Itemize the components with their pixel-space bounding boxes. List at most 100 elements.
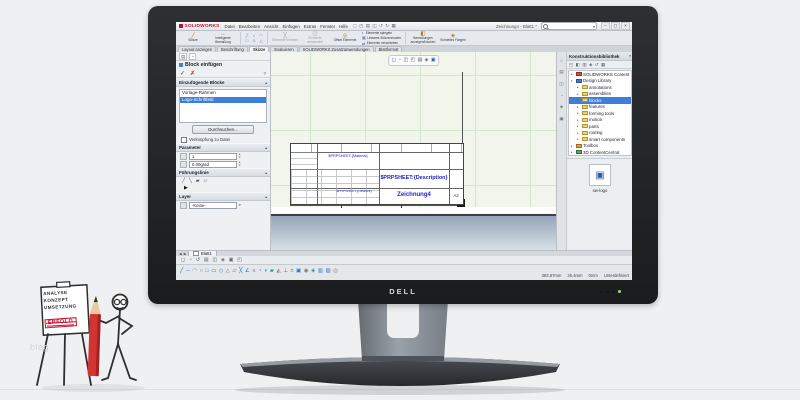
description-annotation[interactable]: $PRPSHEET:{Description} (380, 170, 448, 187)
view-toolbar-icon[interactable]: ◈ (221, 258, 225, 263)
expander-icon[interactable]: ▸ (577, 137, 580, 141)
sketch-tool-icon[interactable]: ∠ (245, 268, 250, 274)
view-tool-icon[interactable]: ◰ (411, 58, 416, 63)
leader-arrow-icon[interactable]: ▶ (176, 185, 270, 192)
menu-item[interactable]: Fenster (320, 24, 335, 29)
ribbon-button[interactable]: ◧ Bemaßungen anzeigen/löschen (409, 31, 437, 44)
view-tool-icon[interactable]: ◈ (425, 58, 429, 63)
library-tool-icon[interactable]: ◈ (589, 62, 592, 68)
view-tool-icon[interactable]: ▣ (431, 58, 436, 63)
quick-tool-icon[interactable]: ▤ (366, 23, 370, 29)
task-pane-tab-icon[interactable]: ▣ (559, 116, 563, 122)
material-annotation[interactable]: $PRPSHEET:{Material} (318, 154, 378, 168)
bezel-button[interactable] (600, 290, 603, 293)
view-tool-icon[interactable]: ▤ (418, 58, 423, 63)
leader-style-icon[interactable]: ╱ (182, 179, 185, 184)
sketch-tool-icon[interactable]: ◉ (304, 268, 309, 274)
expander-icon[interactable]: ▸ (577, 98, 580, 102)
block-thumbnail[interactable]: ▣ (589, 164, 611, 186)
library-tool-icon[interactable]: ▦ (601, 62, 605, 68)
sketch-entity-icon[interactable]: ○ (251, 33, 257, 38)
sketch-tool-icon[interactable]: △ (226, 268, 230, 274)
view-tool-icon[interactable]: ◻ (392, 58, 396, 63)
expander-icon[interactable]: ▸ (571, 144, 574, 148)
library-tool-icon[interactable]: ◧ (576, 62, 580, 68)
sketch-tool-icon[interactable]: ◑ (264, 268, 267, 274)
sketch-tool-icon[interactable]: ◠ (192, 268, 197, 274)
view-toolbar-icon[interactable]: ◔ (189, 258, 192, 263)
angle-input[interactable]: 0.00grad (189, 160, 237, 168)
drawing-name-annotation[interactable]: Zeichnung4 (380, 189, 448, 203)
menu-item[interactable]: Einfügen (282, 24, 299, 29)
ribbon-button[interactable]: ╳ Elemente trimmen (271, 32, 299, 44)
help-icon[interactable]: ? (263, 71, 266, 76)
sketch-tool-icon[interactable]: ▭ (211, 268, 216, 274)
sketch-entity-icon[interactable]: □ (244, 38, 250, 43)
expander-icon[interactable]: ▸ (577, 111, 580, 115)
window-control-button[interactable]: ◻ (611, 22, 620, 30)
sketch-tool-icon[interactable]: ⊥ (283, 268, 288, 274)
sketch-tool-icon[interactable]: ─ (186, 268, 190, 274)
quick-tool-icon[interactable]: ◫ (372, 23, 376, 29)
view-tool-icon[interactable]: ◫ (404, 58, 409, 63)
bezel-button[interactable] (612, 290, 615, 293)
expander-icon[interactable]: ▾ (571, 79, 574, 83)
sketch-tool-icon[interactable]: ◎ (333, 268, 338, 274)
quick-tool-icon[interactable]: ◰ (359, 23, 363, 29)
ribbon-button[interactable]: ↔ Intelligente Bemaßung (209, 31, 237, 44)
block-list-item[interactable]: Logo-Schriftfeld (180, 96, 266, 103)
sketch-tool-icon[interactable]: ▱ (232, 268, 236, 274)
library-tool-icon[interactable]: ▥ (582, 62, 586, 68)
browse-button[interactable]: Durchsuchen... (192, 125, 254, 134)
sketch-tool-icon[interactable]: ≡ (252, 268, 255, 274)
sketch-tool-icon[interactable]: ± (290, 268, 293, 274)
view-toolbar-icon[interactable]: ▣ (229, 258, 234, 263)
quick-tool-icon[interactable]: ↺ (379, 23, 383, 29)
view-tool-icon[interactable]: ◔ (398, 58, 401, 63)
expander-icon[interactable]: ▸ (577, 85, 580, 89)
scale-input[interactable]: 1 (189, 152, 237, 160)
section-leader-header[interactable]: Führungslinie ▴ (176, 168, 270, 177)
leader-style-icon[interactable]: ▱ (203, 179, 207, 184)
quick-tool-icon[interactable]: ↻ (385, 23, 389, 29)
ok-icon[interactable]: ✓ (180, 70, 185, 77)
expander-icon[interactable]: ▸ (577, 92, 580, 96)
library-tool-icon[interactable]: ◰ (569, 62, 573, 68)
collapse-icon[interactable]: ▴ (265, 171, 267, 175)
menu-item[interactable]: Hilfe (339, 24, 348, 29)
cancel-icon[interactable]: ✗ (190, 70, 195, 77)
view-toolbar-icon[interactable]: ◻ (181, 258, 185, 263)
section-blocks-header[interactable]: Einzufügende Blöcke ▴ (176, 78, 270, 87)
task-pane-tab-icon[interactable]: ⌂ (560, 58, 563, 63)
checkbox-icon[interactable] (181, 136, 187, 143)
propertymanager-tab-icon[interactable]: ◔ (189, 52, 196, 60)
spinner[interactable]: ▴ ▾ (239, 161, 240, 166)
quick-tool-icon[interactable]: ◻ (353, 23, 357, 29)
ribbon-stack-button[interactable]: ⇄ Elemente verschieben (362, 41, 402, 45)
collapse-icon[interactable]: ▴ (265, 146, 267, 150)
ribbon-button[interactable]: ◈ Schnelles Fangen (439, 32, 467, 44)
library-tool-icon[interactable]: ↺ (595, 62, 599, 68)
collapse-icon[interactable]: ▴ (265, 195, 267, 199)
sketch-tool-icon[interactable]: ▥ (318, 268, 323, 274)
graphics-area[interactable]: ◻ ◔ ◫ ◰ ▤ ◈ ▣ $PRPSHEET:{Material} $PRPSHEET:{… (271, 52, 556, 250)
expander-icon[interactable]: ▸ (577, 118, 580, 122)
sketch-tool-icon[interactable]: ╱ (180, 268, 183, 274)
leader-style-icon[interactable]: ╲ (189, 179, 192, 184)
sketch-entity-icon[interactable]: ◇ (251, 38, 257, 43)
ribbon-button[interactable]: ◎ Offset Elemente (331, 32, 359, 44)
sketch-entity-icon[interactable]: △ (258, 38, 264, 43)
view-toolbar-icon[interactable]: ▤ (204, 258, 209, 263)
featuremanager-tab-icon[interactable]: ▤ (179, 52, 188, 60)
task-pane-tab-icon[interactable]: ◔ (560, 93, 563, 98)
window-control-button[interactable]: × (621, 22, 630, 30)
tree-item[interactable]: ▸ 3D ContentCentral (569, 149, 631, 155)
view-toolbar-icon[interactable]: ◰ (237, 258, 242, 263)
window-control-button[interactable]: – (601, 22, 610, 30)
sketch-tool-icon[interactable]: ◇ (219, 268, 223, 274)
ribbon-stack-button[interactable]: ▦ Lineares Skizzenmuster (362, 35, 402, 41)
task-pane-tab-icon[interactable]: ◫ (559, 81, 563, 87)
sketch-tool-icon[interactable]: ╳ (239, 268, 242, 274)
ribbon-button[interactable]: ◫ Elemente umwandeln (301, 31, 329, 44)
sketch-tool-icon[interactable]: ◈ (311, 268, 315, 274)
